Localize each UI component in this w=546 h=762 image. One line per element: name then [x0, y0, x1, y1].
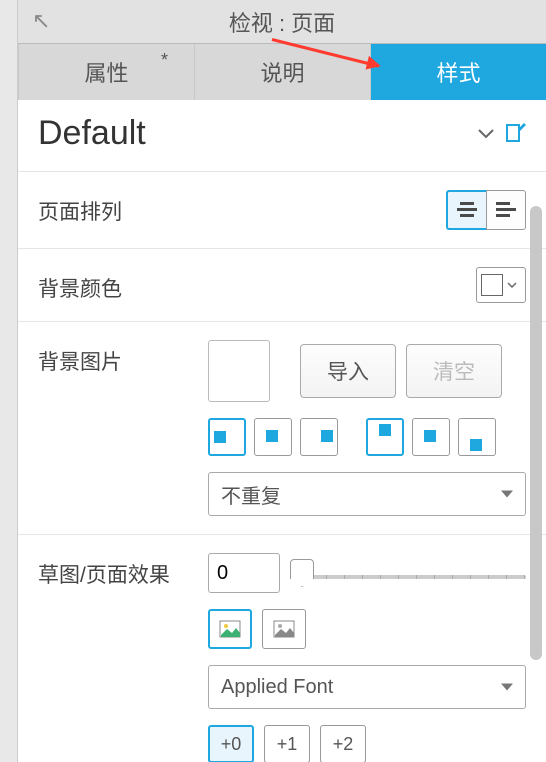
- row-label: 页面排列: [38, 190, 208, 226]
- left-sidebar-stub: [0, 0, 18, 762]
- section-header: Default: [18, 100, 546, 171]
- tab-label: 属性: [84, 56, 128, 88]
- tab-label: 样式: [436, 56, 480, 88]
- select-value: Applied Font: [221, 676, 333, 699]
- chevron-down-icon[interactable]: [478, 122, 494, 145]
- select-value: 不重复: [221, 480, 281, 509]
- sketch-value-input[interactable]: [208, 553, 280, 593]
- row-sketch-effect: 草图/页面效果 A: [18, 534, 546, 762]
- tab-style[interactable]: 样式: [371, 44, 546, 100]
- row-bg-color: 背景颜色: [18, 248, 546, 321]
- sketch-slider[interactable]: [290, 553, 526, 593]
- style-content: Default 页面排列: [18, 100, 546, 762]
- row-label: 草图/页面效果: [38, 553, 208, 589]
- row-page-align: 页面排列: [18, 171, 546, 248]
- inspector-panel: ↖ 检视 : 页面 属性 * 说明 样式 Default: [18, 0, 546, 762]
- valign-top-button[interactable]: [366, 418, 404, 456]
- row-bg-image: 背景图片 导入 清空 不重复: [18, 321, 546, 534]
- offset-2-button[interactable]: +2: [320, 725, 366, 762]
- row-label: 背景图片: [38, 340, 208, 376]
- scrollbar-thumb[interactable]: [530, 206, 542, 660]
- panel-header: ↖ 检视 : 页面: [18, 0, 546, 44]
- tab-label: 说明: [260, 56, 304, 88]
- sketch-gray-toggle[interactable]: [262, 609, 306, 649]
- color-swatch-icon: [481, 274, 503, 296]
- clear-button[interactable]: 清空: [406, 344, 502, 398]
- slider-track: [290, 575, 526, 579]
- slider-thumb[interactable]: [290, 559, 314, 587]
- bg-repeat-select[interactable]: 不重复: [208, 472, 526, 516]
- offset-1-button[interactable]: +1: [264, 725, 310, 762]
- align-left-button[interactable]: [486, 190, 526, 230]
- halign-left-button[interactable]: [208, 418, 246, 456]
- font-select[interactable]: Applied Font: [208, 665, 526, 709]
- halign-right-button[interactable]: [300, 418, 338, 456]
- edit-style-icon[interactable]: [504, 123, 526, 145]
- bg-image-well[interactable]: [208, 340, 270, 402]
- dirty-indicator: *: [161, 50, 168, 71]
- bg-color-picker[interactable]: [476, 267, 526, 303]
- import-button[interactable]: 导入: [300, 344, 396, 398]
- tab-notes[interactable]: 说明: [195, 44, 371, 100]
- tab-bar: 属性 * 说明 样式: [18, 44, 546, 100]
- valign-bottom-button[interactable]: [458, 418, 496, 456]
- popout-icon[interactable]: ↖: [32, 8, 50, 34]
- panel-title: 检视 : 页面: [18, 6, 546, 38]
- sketch-color-toggle[interactable]: [208, 609, 252, 649]
- align-center-button[interactable]: [446, 190, 486, 230]
- offset-0-button[interactable]: +0: [208, 725, 254, 762]
- valign-middle-button[interactable]: [412, 418, 450, 456]
- halign-center-button[interactable]: [254, 418, 292, 456]
- row-label: 背景颜色: [38, 267, 208, 303]
- tab-properties[interactable]: 属性 *: [18, 44, 195, 100]
- style-name: Default: [38, 114, 468, 153]
